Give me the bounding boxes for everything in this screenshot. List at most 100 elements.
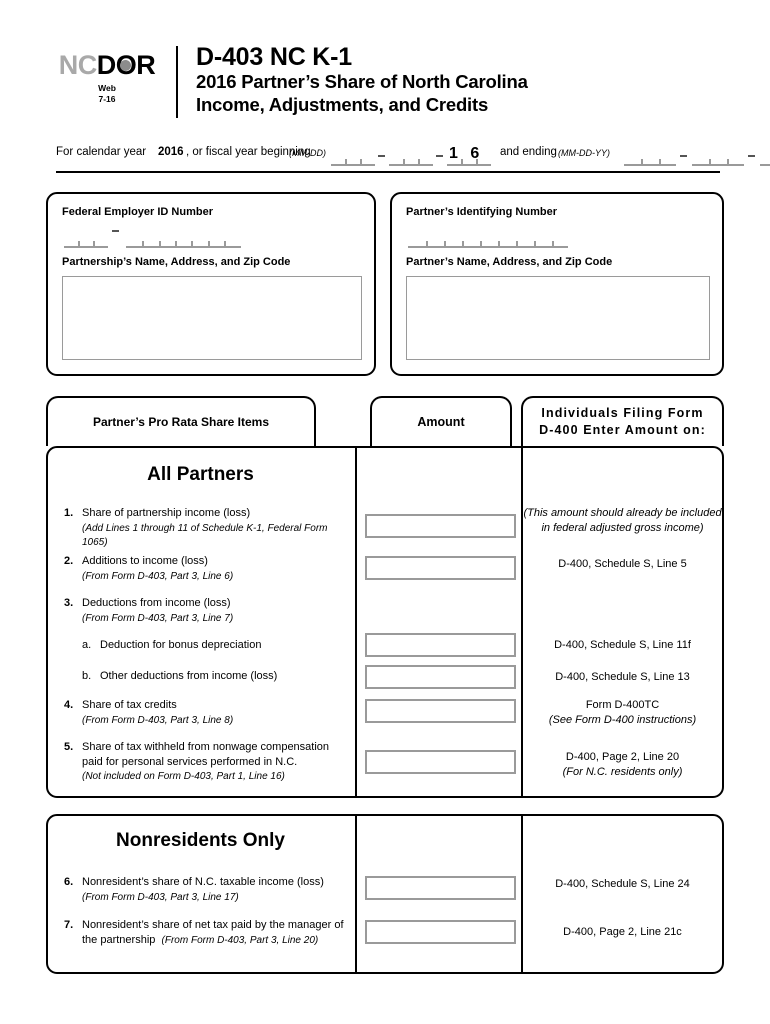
line-4-text: Share of tax credits bbox=[82, 699, 177, 711]
line-3a-amount-input[interactable] bbox=[365, 633, 516, 657]
line-5-note: (Not included on Form D-403, Part 1, Lin… bbox=[82, 771, 285, 783]
line-6-row: 6. Nonresident’s share of N.C. taxable i… bbox=[64, 875, 349, 904]
line-3b-text: Other deductions from income (loss) bbox=[100, 670, 278, 682]
federal-employer-id-label: Federal Employer ID Number bbox=[62, 206, 213, 218]
partner-identification-panel: Partner’s Identifying Number Partner’s N… bbox=[390, 192, 724, 376]
logo-r-text: R bbox=[136, 50, 156, 80]
all-partners-divider-2 bbox=[521, 446, 523, 798]
form-header: NCDOR Web 7-16 D-403 NC K-1 2016 Partner… bbox=[48, 44, 728, 126]
nonresidents-divider-1 bbox=[355, 814, 357, 974]
line-3b-reference: D-400, Schedule S, Line 13 bbox=[555, 671, 690, 683]
line-6-number: 6. bbox=[64, 876, 74, 888]
line-3a-text: Deduction for bonus depreciation bbox=[100, 639, 262, 651]
fiscal-end-month-field[interactable] bbox=[624, 148, 676, 166]
partner-id-field[interactable] bbox=[408, 230, 568, 248]
line-2-text: Additions to income (loss) bbox=[82, 555, 208, 567]
line-7-amount-input[interactable] bbox=[365, 920, 516, 944]
fein-suffix-field[interactable] bbox=[126, 230, 241, 248]
fiscal-end-year-field[interactable] bbox=[760, 148, 770, 166]
revision-date: 7-16 bbox=[98, 93, 116, 104]
column-header-items: Partner’s Pro Rata Share Items bbox=[46, 396, 316, 446]
line-4-reference-italic: (See Form D-400 instructions) bbox=[548, 713, 697, 726]
fein-prefix-field[interactable] bbox=[64, 230, 108, 248]
column-header-enter-on: Individuals Filing Form D-400 Enter Amou… bbox=[521, 396, 724, 446]
line-2-row: 2. Additions to income (loss) (From Form… bbox=[64, 554, 349, 583]
line-4-reference: Form D-400TC (See Form D-400 instruction… bbox=[523, 698, 722, 728]
line-4-reference-text: Form D-400TC bbox=[585, 699, 660, 711]
line-3-note: (From Form D-403, Part 3, Line 7) bbox=[82, 612, 234, 624]
line-6-note: (From Form D-403, Part 3, Line 17) bbox=[82, 891, 239, 903]
line-7-row: 7. Nonresident’s share of net tax paid b… bbox=[64, 918, 349, 947]
line-1-amount-input[interactable] bbox=[365, 514, 516, 538]
line-4-number: 4. bbox=[64, 699, 74, 711]
begin-date-dash-1 bbox=[378, 155, 385, 157]
line-1-number: 1. bbox=[64, 507, 74, 519]
line-3-row: 3. Deductions from income (loss) (From F… bbox=[64, 596, 349, 625]
line-2-amount-input[interactable] bbox=[365, 556, 516, 580]
line-5-amount-input[interactable] bbox=[365, 750, 516, 774]
line-4-note: (From Form D-403, Part 3, Line 8) bbox=[82, 714, 234, 726]
line-4-amount-input[interactable] bbox=[365, 699, 516, 723]
web-label: Web bbox=[98, 83, 116, 93]
line-6-amount-input[interactable] bbox=[365, 876, 516, 900]
logo-d-text: D bbox=[96, 50, 117, 80]
logo-revision-block: Web 7-16 bbox=[48, 83, 166, 104]
line-1-reference: (This amount should already be included … bbox=[523, 506, 722, 536]
line-6-text: Nonresident’s share of N.C. taxable inco… bbox=[82, 876, 324, 888]
line-1-text: Share of partnership income (loss) bbox=[82, 507, 251, 519]
enter-on-line-2: D-400 Enter Amount on: bbox=[539, 423, 706, 437]
enter-on-line-1: Individuals Filing Form bbox=[541, 406, 704, 421]
column-header-amount: Amount bbox=[370, 396, 512, 446]
partnership-address-input[interactable] bbox=[62, 276, 362, 360]
line-5-number: 5. bbox=[64, 741, 74, 753]
line-4-row: 4. Share of tax credits (From Form D-403… bbox=[64, 698, 349, 727]
and-ending-text: and ending bbox=[500, 146, 557, 158]
form-title-line-2: Income, Adjustments, and Credits bbox=[196, 93, 489, 115]
end-date-format: (MM-DD-YY) bbox=[558, 148, 610, 158]
line-1-note: (Add Lines 1 through 11 of Schedule K-1,… bbox=[82, 522, 328, 549]
line-5-text: Share of tax withheld from nonwage compe… bbox=[82, 741, 330, 768]
calendar-year-value: 2016 bbox=[158, 146, 184, 158]
nonresidents-divider-2 bbox=[521, 814, 523, 974]
header-divider bbox=[176, 46, 178, 118]
line-3-text: Deductions from income (loss) bbox=[82, 597, 231, 609]
line-2-number: 2. bbox=[64, 555, 74, 567]
fiscal-begin-year-field bbox=[447, 148, 491, 166]
line-3a-letter: a. bbox=[82, 639, 92, 651]
logo-o-text: O bbox=[116, 52, 137, 79]
partner-identifying-number-label: Partner’s Identifying Number bbox=[406, 206, 557, 218]
all-partners-divider-1 bbox=[355, 446, 357, 798]
form-title-line-1: 2016 Partner’s Share of North Carolina bbox=[196, 71, 528, 92]
all-partners-title: All Partners bbox=[147, 464, 254, 485]
begin-date-format: (MM-DD) bbox=[289, 148, 326, 158]
line-3b-amount-input[interactable] bbox=[365, 665, 516, 689]
fiscal-begin-day-field[interactable] bbox=[389, 148, 433, 166]
partner-address-input[interactable] bbox=[406, 276, 710, 360]
line-7-number: 7. bbox=[64, 919, 74, 931]
fiscal-end-day-field[interactable] bbox=[692, 148, 744, 166]
line-3-number: 3. bbox=[64, 597, 74, 609]
partnership-identification-panel: Federal Employer ID Number Partnership’s… bbox=[46, 192, 376, 376]
end-date-dash-2 bbox=[748, 155, 755, 157]
line-3b-row: b. Other deductions from income (loss) bbox=[64, 669, 349, 684]
line-1-row: 1. Share of partnership income (loss) (A… bbox=[64, 506, 349, 550]
logo-nc-text: NC bbox=[58, 50, 98, 80]
line-3a-row: a. Deduction for bonus depreciation bbox=[64, 638, 349, 653]
line-5-row: 5. Share of tax withheld from nonwage co… bbox=[64, 740, 349, 784]
ncdor-logo: NCDOR Web 7-16 bbox=[48, 52, 166, 104]
form-number: D-403 NC K-1 bbox=[196, 43, 352, 71]
partnership-name-label: Partnership’s Name, Address, and Zip Cod… bbox=[62, 256, 291, 268]
line-7-reference: D-400, Page 2, Line 21c bbox=[563, 926, 682, 938]
partner-name-label: Partner’s Name, Address, and Zip Code bbox=[406, 256, 613, 268]
line-1-reference-italic: (This amount should already be included … bbox=[523, 507, 722, 534]
line-5-reference-italic: (For N.C. residents only) bbox=[562, 765, 683, 778]
fiscal-begin-month-field[interactable] bbox=[331, 148, 375, 166]
end-date-dash-1 bbox=[680, 155, 687, 157]
tax-year-line: For calendar year 2016 , or fiscal year … bbox=[56, 142, 770, 173]
line-5-reference-text: D-400, Page 2, Line 20 bbox=[565, 751, 680, 763]
nonresidents-title: Nonresidents Only bbox=[116, 830, 285, 851]
line-5-reference: D-400, Page 2, Line 20 (For N.C. residen… bbox=[523, 750, 722, 780]
line-3a-reference: D-400, Schedule S, Line 11f bbox=[554, 639, 691, 651]
calendar-year-prefix: For calendar year bbox=[56, 146, 147, 158]
line-6-reference: D-400, Schedule S, Line 24 bbox=[555, 878, 690, 890]
